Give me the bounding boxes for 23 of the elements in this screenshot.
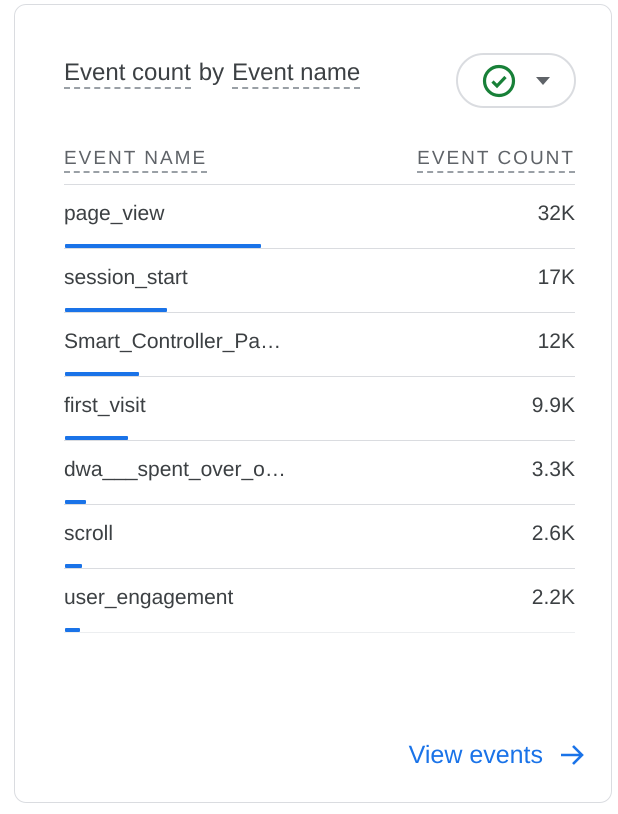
dimension-label[interactable]: Event count xyxy=(64,59,191,89)
event-name: Smart_Controller_Pa… xyxy=(64,330,282,352)
event-count: 9.9K xyxy=(532,394,575,416)
column-header[interactable]: EVENT NAME xyxy=(64,148,208,173)
event-name: user_engagement xyxy=(64,586,234,608)
arrow-right-icon xyxy=(559,744,585,766)
column-header[interactable]: EVENT COUNT xyxy=(417,148,575,173)
event-name: session_start xyxy=(64,266,188,288)
event-name: scroll xyxy=(64,522,114,544)
caret-icon xyxy=(536,76,550,84)
dimension-label[interactable]: Event name xyxy=(232,59,360,89)
event-count: 12K xyxy=(538,330,575,352)
event-count: 32K xyxy=(538,202,575,224)
event-count: 2.2K xyxy=(532,586,575,608)
event-name: first_visit xyxy=(64,394,146,416)
event-count: 17K xyxy=(538,266,575,288)
title-text: by xyxy=(198,59,224,87)
event-name: page_view xyxy=(64,202,164,224)
check-circle-icon xyxy=(482,64,516,98)
event-count: 2.6K xyxy=(532,522,575,544)
view-events-link[interactable]: View events xyxy=(408,736,585,774)
event-name: dwa___spent_over_o… xyxy=(64,458,286,480)
event-count: 3.3K xyxy=(532,458,575,480)
